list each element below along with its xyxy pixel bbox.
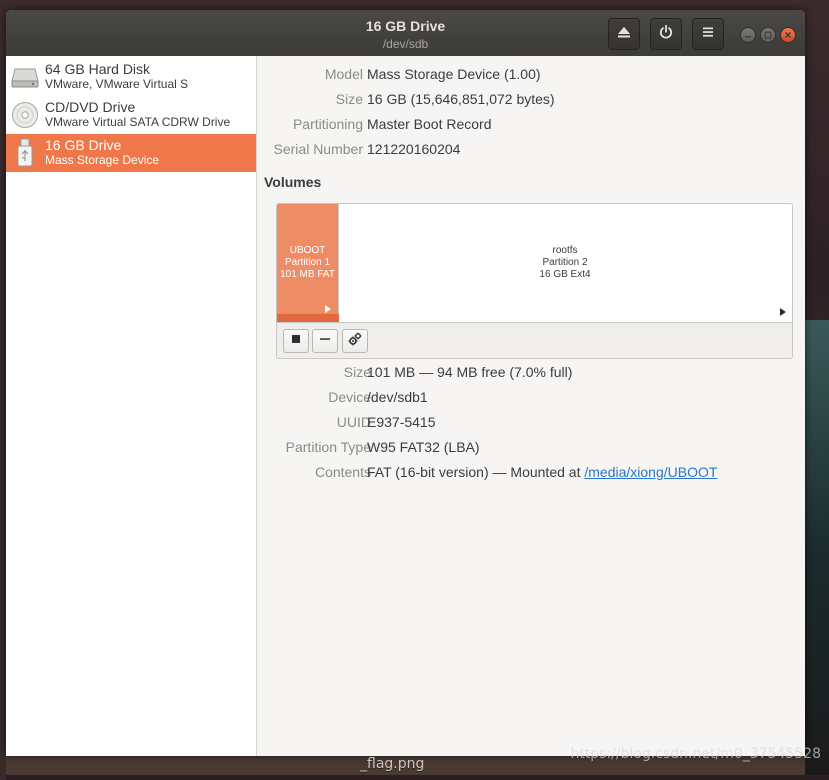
uuid-label: UUID [337,414,371,430]
model-value: Mass Storage Device (1.00) [367,66,541,82]
volume-size-row: Size 101 MB — 94 MB free (7.0% full) [257,364,371,382]
disks-window: 16 GB Drive /dev/sdb [6,10,805,756]
uuid-value: E937-5415 [367,414,436,430]
sidebar-item-name: 16 GB Drive [45,138,159,153]
serial-number-row: Serial Number 121220160204 [257,141,363,159]
window-title: 16 GB Drive [6,18,805,34]
contents-label: Contents [315,464,371,480]
volumes-heading: Volumes [264,174,321,190]
minimize-icon [744,26,752,44]
sidebar-item-hard-disk[interactable]: 64 GB Hard Disk VMware, VMware Virtual S [6,58,256,96]
partition-2-number: Partition 2 [339,257,791,269]
minus-icon [318,332,332,351]
contents-row: Contents FAT (16-bit version) — Mounted … [257,464,371,482]
play-arrow-icon [324,305,332,313]
drive-size-row: Size 16 GB (15,646,851,072 bytes) [257,91,363,109]
desktop-file-label: _flag.png [360,756,424,772]
partition-1-size: 101 MB FAT [277,269,338,281]
sidebar-item-desc: Mass Storage Device [45,153,159,168]
partition-type-value: W95 FAT32 (LBA) [367,439,480,455]
sidebar-item-desc: VMware, VMware Virtual S [45,77,188,92]
sidebar-item-name: 64 GB Hard Disk [45,62,188,77]
eject-button[interactable] [608,18,640,50]
model-row: Model Mass Storage Device (1.00) [257,66,363,84]
play-arrow-icon [779,308,787,316]
close-icon [784,26,792,44]
partition-options-button[interactable] [342,329,368,353]
maximize-icon [764,26,772,44]
sidebar-item-cd-dvd[interactable]: CD/DVD Drive VMware Virtual SATA CDRW Dr… [6,96,256,134]
drive-size-value: 16 GB (15,646,851,072 bytes) [367,91,555,107]
volumes-graphic: UBOOT Partition 1 101 MB FAT rootfs Part… [276,203,793,359]
device-row: Device /dev/sdb1 [257,389,371,407]
usb-drive-icon [10,138,40,168]
partition-1-block[interactable]: UBOOT Partition 1 101 MB FAT [277,204,339,322]
contents-value: FAT (16-bit version) — Mounted at /media… [367,464,717,480]
mount-point-link[interactable]: /media/xiong/UBOOT [584,464,717,480]
power-icon [658,24,674,45]
stop-icon [289,332,303,351]
device-label: Device [328,389,371,405]
sidebar-item-usb-drive[interactable]: 16 GB Drive Mass Storage Device [6,134,256,172]
contents-text: FAT (16-bit version) — Mounted at [367,464,584,480]
drives-sidebar: 64 GB Hard Disk VMware, VMware Virtual S… [6,56,257,756]
partition-1-label: UBOOT [277,245,338,257]
partitioning-value: Master Boot Record [367,116,492,132]
sidebar-item-name: CD/DVD Drive [45,100,230,115]
partitioning-row: Partitioning Master Boot Record [257,116,363,134]
maximize-button[interactable] [760,27,776,43]
volume-size-value: 101 MB — 94 MB free (7.0% full) [367,364,572,380]
power-off-button[interactable] [650,18,682,50]
gears-icon [348,332,362,351]
partition-2-label: rootfs [339,245,791,257]
title-bar: 16 GB Drive /dev/sdb [6,10,805,57]
model-label: Model [325,66,363,82]
drive-size-label: Size [336,91,363,107]
eject-icon [616,24,632,45]
close-button[interactable] [780,27,796,43]
serial-number-value: 121220160204 [367,141,460,157]
serial-number-label: Serial Number [274,141,363,157]
uuid-row: UUID E937-5415 [257,414,371,432]
desktop-right-edge [805,320,829,775]
hamburger-menu-icon [700,24,716,45]
sidebar-item-desc: VMware Virtual SATA CDRW Drive [45,115,230,130]
drive-details-panel: Model Mass Storage Device (1.00) Size 16… [257,56,805,756]
hard-disk-icon [10,62,40,92]
delete-partition-button[interactable] [312,329,338,353]
partition-2-block[interactable]: rootfs Partition 2 16 GB Ext4 [339,204,791,322]
partition-1-number: Partition 1 [277,257,338,269]
device-value: /dev/sdb1 [367,389,428,405]
watermark-text: https://blog.csdn.net/m0_37545528 [570,746,821,762]
partition-type-row: Partition Type W95 FAT32 (LBA) [257,439,371,457]
partition-type-label: Partition Type [286,439,371,455]
partitioning-label: Partitioning [293,116,363,132]
drive-menu-button[interactable] [692,18,724,50]
partition-map: UBOOT Partition 1 101 MB FAT rootfs Part… [277,204,792,323]
partition-2-size: 16 GB Ext4 [339,269,791,281]
optical-disc-icon [10,100,40,130]
minimize-button[interactable] [740,27,756,43]
partition-1-usage-bar [277,314,339,322]
unmount-button[interactable] [283,329,309,353]
window-subtitle: /dev/sdb [6,37,805,51]
